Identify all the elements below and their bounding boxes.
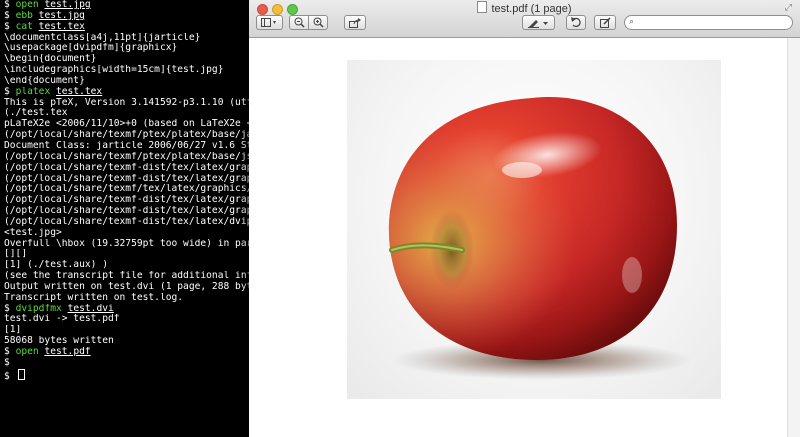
window-title-text: test.pdf (1 page) bbox=[491, 3, 572, 15]
terminal-output-text: [1] (./test.aux) ) bbox=[4, 260, 108, 271]
prompt-sign: $ bbox=[4, 357, 10, 368]
apple-image bbox=[347, 60, 721, 399]
zoom-out-icon bbox=[294, 17, 305, 28]
terminal-output-text: Transcript written on test.log. bbox=[4, 292, 184, 303]
vertical-scrollbar[interactable] bbox=[787, 38, 800, 437]
document-view[interactable] bbox=[249, 38, 788, 437]
sidebar-toggle-button[interactable] bbox=[256, 15, 283, 30]
prompt-sign: $ bbox=[4, 303, 10, 314]
terminal-output-text: \documentclass[a4j,11pt]{jarticle} bbox=[4, 32, 201, 43]
share-button[interactable] bbox=[344, 15, 366, 30]
prompt-sign: $ bbox=[4, 21, 10, 32]
edit-button[interactable] bbox=[594, 15, 616, 30]
preview-window[interactable]: test.pdf (1 page) ⤢ ⌕ bbox=[249, 0, 800, 437]
terminal-output-text: \end{document} bbox=[4, 75, 85, 86]
share-icon bbox=[349, 17, 361, 28]
terminal-output-text: \begin{document} bbox=[4, 54, 97, 65]
prompt-sign: $ bbox=[4, 86, 10, 97]
terminal-output-text: 58068 bytes written bbox=[4, 336, 114, 347]
apple-illustration bbox=[388, 97, 692, 380]
command-argument: test.jpg bbox=[38, 10, 85, 21]
command-name: ebb bbox=[15, 10, 33, 21]
command-name: open bbox=[15, 0, 39, 10]
command-argument: test.pdf bbox=[44, 347, 91, 357]
command-name: platex bbox=[15, 86, 51, 97]
terminal-cursor bbox=[17, 368, 25, 380]
prompt-sign: $ bbox=[4, 370, 10, 380]
terminal-output-text: \usepackage[dvipdfm]{graphicx} bbox=[4, 43, 178, 54]
zoom-in-button[interactable] bbox=[308, 15, 328, 30]
rotate-button[interactable] bbox=[566, 15, 586, 30]
terminal-output-text: test.dvi -> test.pdf bbox=[4, 314, 120, 325]
terminal-output-text: \includegraphics[width=15cm]{test.jpg} bbox=[4, 65, 224, 76]
window-title: test.pdf (1 page) bbox=[249, 1, 800, 15]
command-argument: test.dvi bbox=[67, 303, 114, 314]
zoom-in-icon bbox=[313, 17, 324, 28]
command-argument: test.jpg bbox=[44, 0, 91, 10]
terminal-output-text: [][] bbox=[4, 249, 28, 260]
title-bar[interactable]: test.pdf (1 page) ⤢ ⌕ bbox=[249, 0, 800, 38]
pdf-document-icon bbox=[477, 1, 488, 13]
command-argument: test.tex bbox=[38, 21, 85, 32]
pen-icon bbox=[527, 19, 548, 28]
search-field-container[interactable]: ⌕ bbox=[624, 15, 793, 30]
sidebar-toggle-icon bbox=[260, 18, 276, 27]
command-name: open bbox=[15, 347, 39, 357]
terminal-output-text: Output written on test.dvi (1 page, 288 … bbox=[4, 281, 276, 292]
terminal-output-text: <test.jpg> bbox=[4, 227, 62, 238]
prompt-sign: $ bbox=[4, 0, 10, 10]
prompt-sign: $ bbox=[4, 347, 10, 357]
terminal-output-text: (./test.tex bbox=[4, 108, 68, 119]
rotate-icon bbox=[571, 17, 581, 28]
edit-icon bbox=[599, 17, 611, 28]
command-argument: test.tex bbox=[56, 86, 103, 97]
terminal-output-text: [1] bbox=[4, 325, 22, 336]
annotate-button[interactable] bbox=[522, 15, 555, 30]
zoom-out-button[interactable] bbox=[289, 15, 309, 30]
search-input[interactable] bbox=[641, 16, 790, 30]
command-name: cat bbox=[15, 21, 33, 32]
prompt-sign: $ bbox=[4, 10, 10, 21]
command-name: dvipdfmx bbox=[15, 303, 62, 314]
fullscreen-icon[interactable]: ⤢ bbox=[785, 3, 792, 13]
search-icon: ⌕ bbox=[629, 17, 635, 27]
